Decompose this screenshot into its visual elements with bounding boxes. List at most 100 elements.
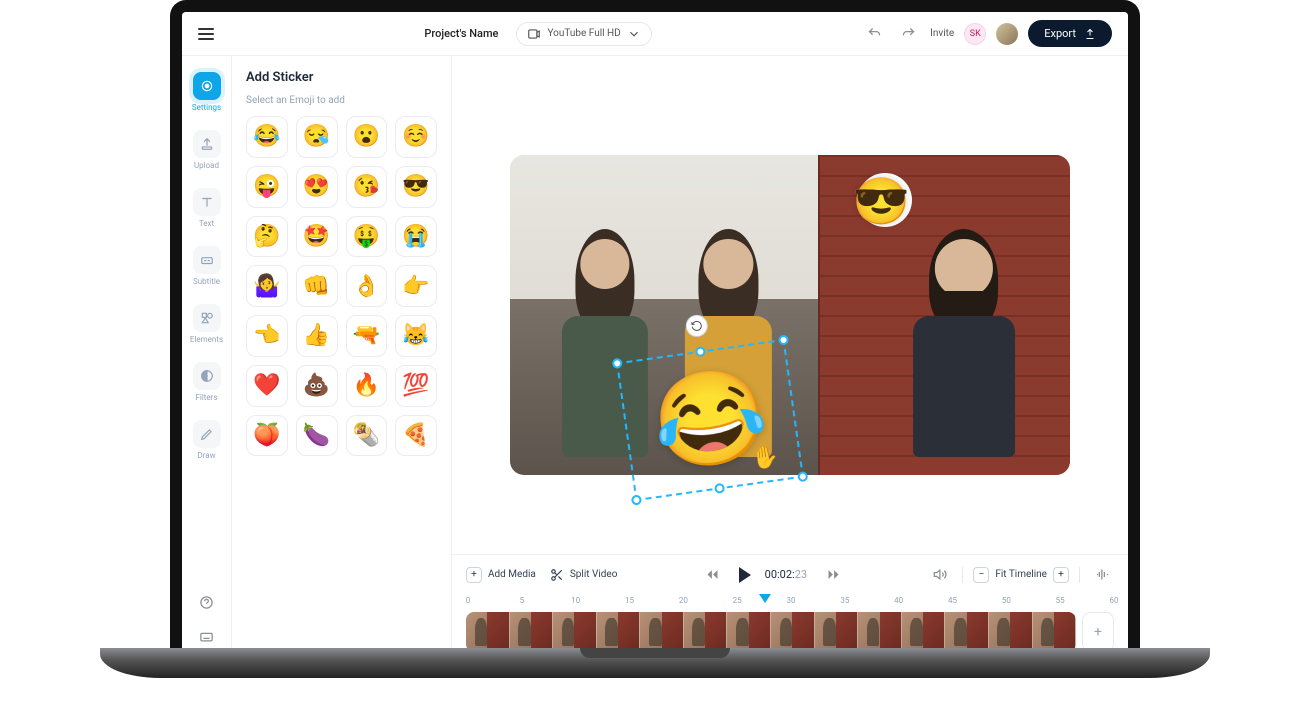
timeline-frame[interactable]: [989, 612, 1033, 652]
user-avatar[interactable]: [996, 23, 1018, 45]
fit-timeline-button[interactable]: Fit Timeline: [995, 569, 1047, 580]
ruler-tick: 60: [1110, 596, 1119, 605]
project-name[interactable]: Project's Name: [424, 27, 498, 40]
video-stage[interactable]: 😎 😂 ✋: [510, 155, 1070, 475]
topbar: Project's Name YouTube Full HD Invite SK…: [182, 12, 1128, 56]
timeline-frame[interactable]: [597, 612, 641, 652]
resize-handle-tl[interactable]: [612, 358, 623, 369]
resize-handle-bl[interactable]: [631, 494, 642, 505]
emoji-option[interactable]: 😜: [246, 166, 288, 208]
timeline-frame[interactable]: [902, 612, 946, 652]
ruler-tick: 0: [466, 596, 471, 605]
emoji-option[interactable]: 😮: [346, 116, 388, 158]
timeline-frame[interactable]: [858, 612, 902, 652]
emoji-option[interactable]: 😹: [395, 315, 437, 357]
emoji-option[interactable]: 😘: [346, 166, 388, 208]
emoji-option[interactable]: 😭: [395, 216, 437, 258]
volume-button[interactable]: [928, 563, 952, 587]
emoji-option[interactable]: 👈: [246, 315, 288, 357]
emoji-option[interactable]: 🍆: [296, 415, 338, 457]
timeline-frame[interactable]: [510, 612, 554, 652]
waveform-button[interactable]: [1090, 563, 1114, 587]
add-track-button[interactable]: +: [1082, 612, 1114, 652]
rewind-button[interactable]: [701, 563, 725, 587]
emoji-grid: 😂😪😮☺️ 😜😍😘😎 🤔🤩🤑😭 🤷‍♀️👊👌👉 👈👍🔫😹 ❤️💩🔥💯 🍑🍆🌯🍕: [246, 116, 437, 466]
emoji-option[interactable]: 👌: [346, 265, 388, 307]
ruler-tick: 25: [733, 596, 742, 605]
emoji-option[interactable]: 🌯: [346, 415, 388, 457]
redo-button[interactable]: [896, 22, 920, 46]
emoji-option[interactable]: 🤷‍♀️: [246, 265, 288, 307]
emoji-option[interactable]: 🍕: [395, 415, 437, 457]
emoji-option[interactable]: 🔥: [346, 365, 388, 407]
timeline-frame[interactable]: [727, 612, 771, 652]
rail-label: Filters: [195, 393, 217, 402]
draw-icon: [193, 420, 221, 448]
emoji-option[interactable]: 😎: [395, 166, 437, 208]
zoom-control: − Fit Timeline +: [973, 567, 1069, 583]
zoom-in-button[interactable]: +: [1053, 567, 1069, 583]
emoji-option[interactable]: 👍: [296, 315, 338, 357]
export-icon: [1084, 28, 1096, 40]
timeline-frame[interactable]: [1033, 612, 1076, 652]
forward-button[interactable]: [821, 563, 845, 587]
emoji-option[interactable]: ☺️: [395, 116, 437, 158]
emoji-option[interactable]: 🤩: [296, 216, 338, 258]
emoji-option[interactable]: 🍑: [246, 415, 288, 457]
emoji-option[interactable]: 😪: [296, 116, 338, 158]
timeline-frame[interactable]: [771, 612, 815, 652]
timeline-frame[interactable]: [815, 612, 859, 652]
ruler-tick: 20: [679, 596, 688, 605]
collaborator-avatar[interactable]: SK: [964, 23, 986, 45]
emoji-option[interactable]: 👊: [296, 265, 338, 307]
resize-handle-br[interactable]: [797, 471, 808, 482]
rail-item-settings[interactable]: Settings: [187, 68, 227, 116]
emoji-option[interactable]: 🤑: [346, 216, 388, 258]
split-video-button[interactable]: Split Video: [550, 568, 618, 582]
upload-icon: [193, 130, 221, 158]
placed-sticker-cool[interactable]: 😎: [853, 175, 910, 229]
keyboard-button[interactable]: [195, 624, 219, 648]
rail-item-upload[interactable]: Upload: [187, 126, 227, 174]
timeline-frame[interactable]: [684, 612, 728, 652]
menu-button[interactable]: [198, 28, 214, 40]
rail-item-filters[interactable]: Filters: [187, 358, 227, 406]
emoji-option[interactable]: 👉: [395, 265, 437, 307]
timeline-ruler[interactable]: 051015202530354045505560: [452, 594, 1128, 612]
rail-item-elements[interactable]: Elements: [187, 300, 227, 348]
export-button[interactable]: Export: [1028, 20, 1112, 47]
emoji-option[interactable]: 💯: [395, 365, 437, 407]
ruler-tick: 35: [840, 596, 849, 605]
zoom-out-button[interactable]: −: [973, 567, 989, 583]
timeline-frame[interactable]: [466, 612, 510, 652]
invite-link[interactable]: Invite: [930, 28, 954, 39]
timeline-frame[interactable]: [640, 612, 684, 652]
ruler-tick: 50: [1002, 596, 1011, 605]
timeline-frame[interactable]: [553, 612, 597, 652]
selection-box[interactable]: 😂 ✋: [616, 339, 804, 501]
rail-item-draw[interactable]: Draw: [187, 416, 227, 464]
help-button[interactable]: [195, 590, 219, 614]
rail-label: Upload: [194, 161, 219, 170]
resize-handle-tm[interactable]: [695, 346, 706, 357]
video-track[interactable]: [466, 612, 1076, 652]
sticker-panel: Add Sticker Select an Emoji to add 😂😪😮☺️…: [232, 56, 452, 660]
ruler-tick: 55: [1056, 596, 1065, 605]
rail-label: Elements: [190, 335, 223, 344]
rail-item-text[interactable]: Text: [187, 184, 227, 232]
format-selector[interactable]: YouTube Full HD: [516, 22, 651, 46]
add-media-button[interactable]: +Add Media: [466, 567, 536, 583]
emoji-option[interactable]: 😍: [296, 166, 338, 208]
play-button[interactable]: [739, 567, 751, 583]
elements-icon: [193, 304, 221, 332]
emoji-option[interactable]: 💩: [296, 365, 338, 407]
emoji-option[interactable]: 🤔: [246, 216, 288, 258]
emoji-option[interactable]: 😂: [246, 116, 288, 158]
playhead[interactable]: [759, 594, 771, 603]
timeline-frame[interactable]: [945, 612, 989, 652]
rail-item-subtitle[interactable]: Subtitle: [187, 242, 227, 290]
emoji-option[interactable]: ❤️: [246, 365, 288, 407]
emoji-option[interactable]: 🔫: [346, 315, 388, 357]
undo-button[interactable]: [862, 22, 886, 46]
resize-handle-bm[interactable]: [714, 483, 725, 494]
